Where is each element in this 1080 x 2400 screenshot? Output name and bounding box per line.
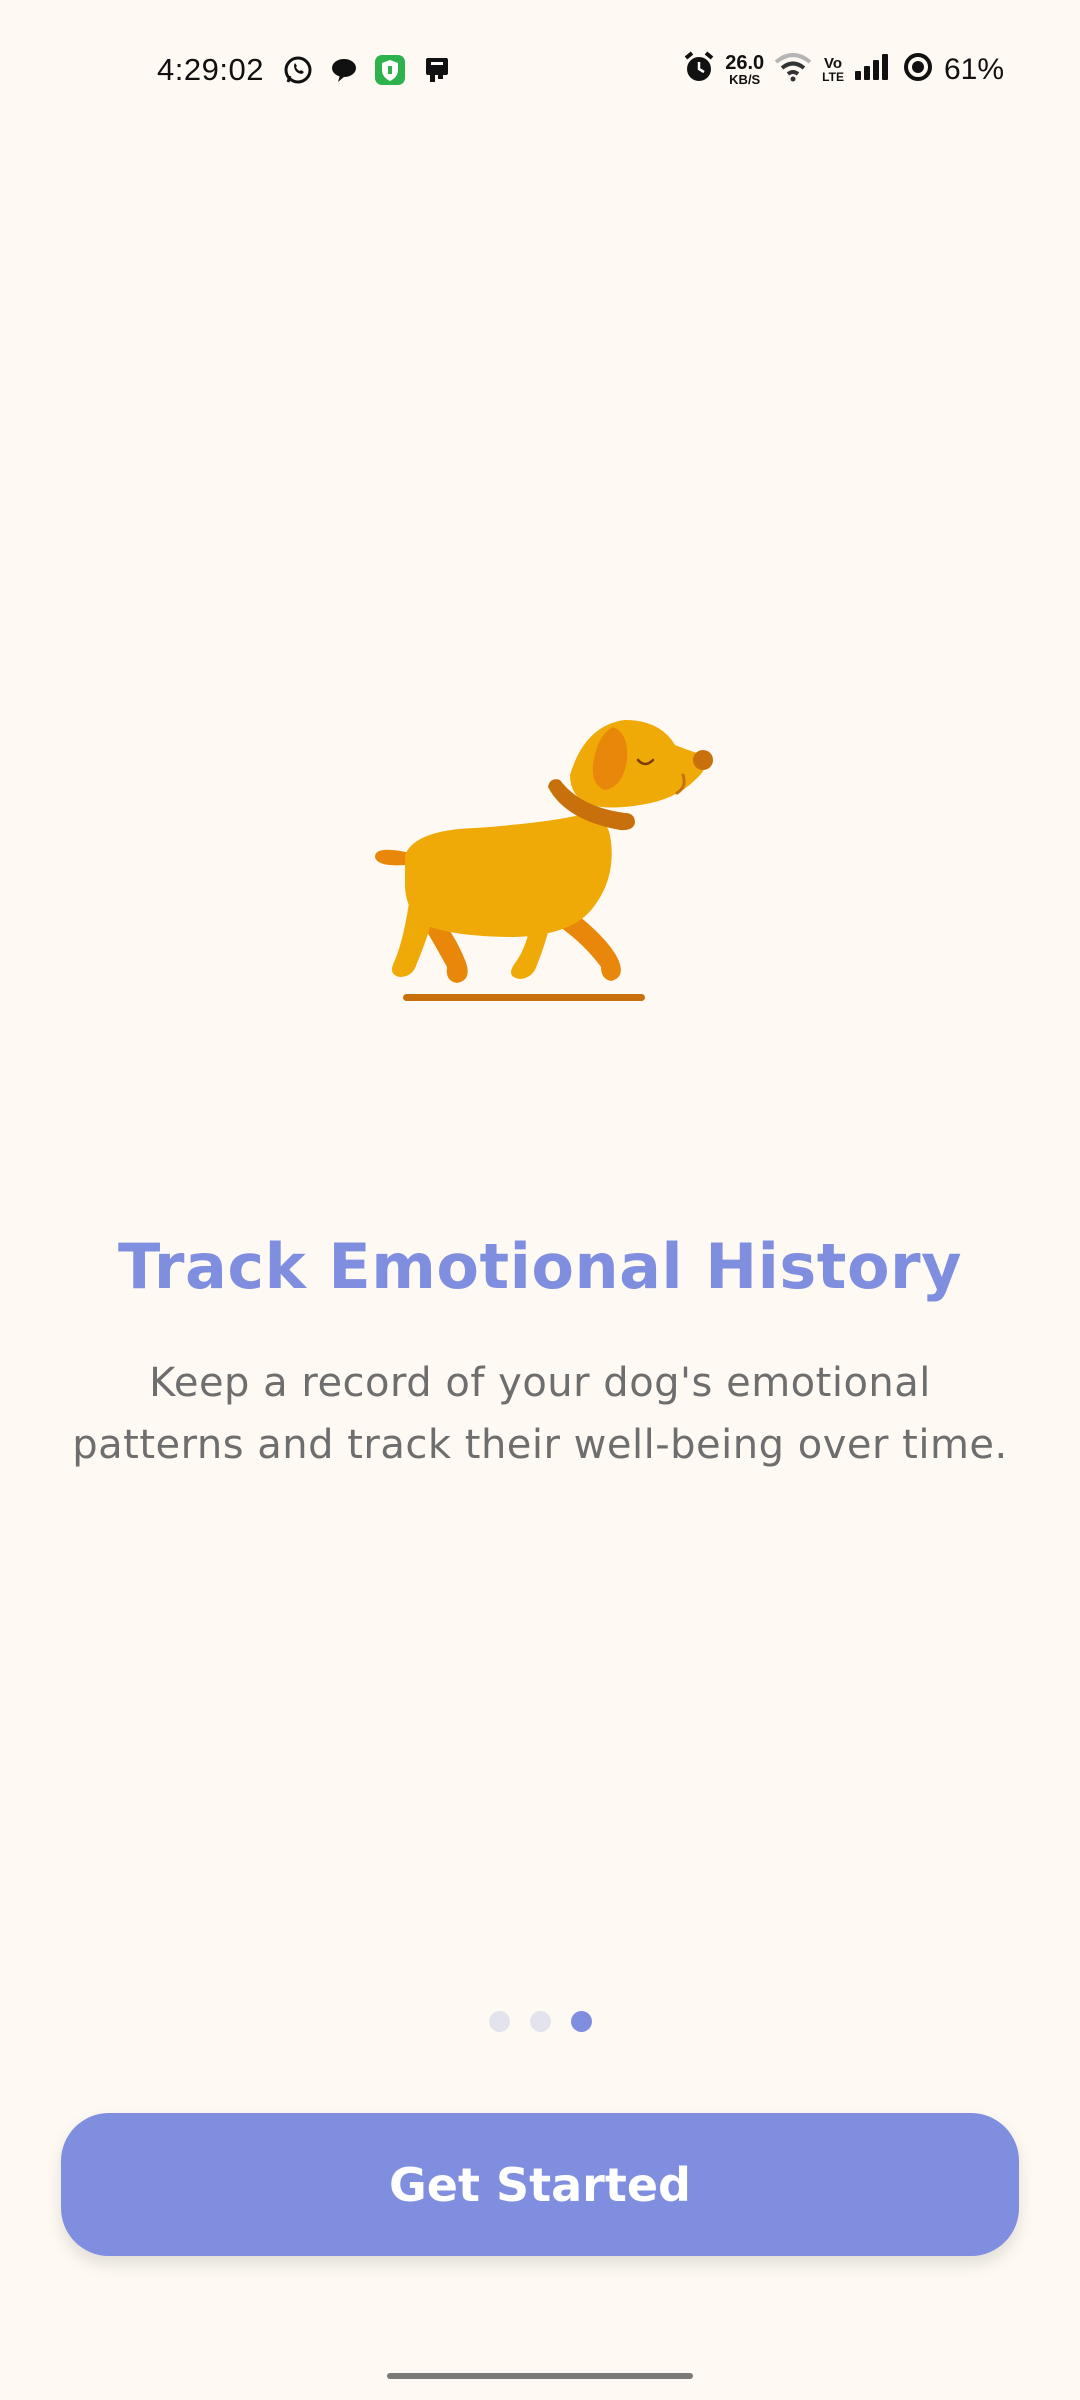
volte-icon: Vo LTE: [822, 56, 844, 83]
walking-dog-illustration: [365, 705, 725, 1010]
page-dot-1[interactable]: [488, 2011, 510, 2032]
shield-app-icon: [374, 54, 406, 86]
get-started-button[interactable]: Get Started: [61, 2113, 1019, 2256]
onboarding-screen: 4:29:02 26.0 KB/S Vo LTE 61% Track Emoti…: [0, 0, 1080, 2400]
notification-icons: [282, 54, 452, 86]
page-title: Track Emotional History: [117, 1230, 963, 1303]
battery-percent: 61%: [943, 52, 1004, 86]
signal-icon: [854, 53, 892, 86]
volte-bottom: LTE: [822, 70, 844, 84]
volte-top: Vo: [824, 55, 843, 72]
page-dot-3-active[interactable]: [570, 2011, 592, 2032]
status-bar: 4:29:02 26.0 KB/S Vo LTE 61%: [0, 0, 1080, 140]
network-speed: 26.0 KB/S: [725, 53, 764, 86]
system-status-icons: 26.0 KB/S Vo LTE 61%: [683, 50, 1004, 89]
alarm-icon: [683, 50, 715, 89]
whatsapp-icon: [282, 54, 314, 86]
wifi-icon: [774, 52, 812, 87]
page-description: Keep a record of your dog's emotional pa…: [72, 1360, 1008, 1468]
card-app-icon: [420, 54, 452, 86]
chat-bubble-icon: [328, 54, 360, 86]
network-speed-value: 26.0: [725, 52, 765, 74]
home-indicator[interactable]: [387, 2373, 693, 2379]
status-time: 4:29:02: [157, 52, 264, 87]
page-indicator: [0, 2011, 1080, 2032]
battery-ring-icon: [902, 51, 934, 88]
page-dot-2[interactable]: [529, 2011, 551, 2032]
network-speed-unit: KB/S: [729, 72, 761, 87]
